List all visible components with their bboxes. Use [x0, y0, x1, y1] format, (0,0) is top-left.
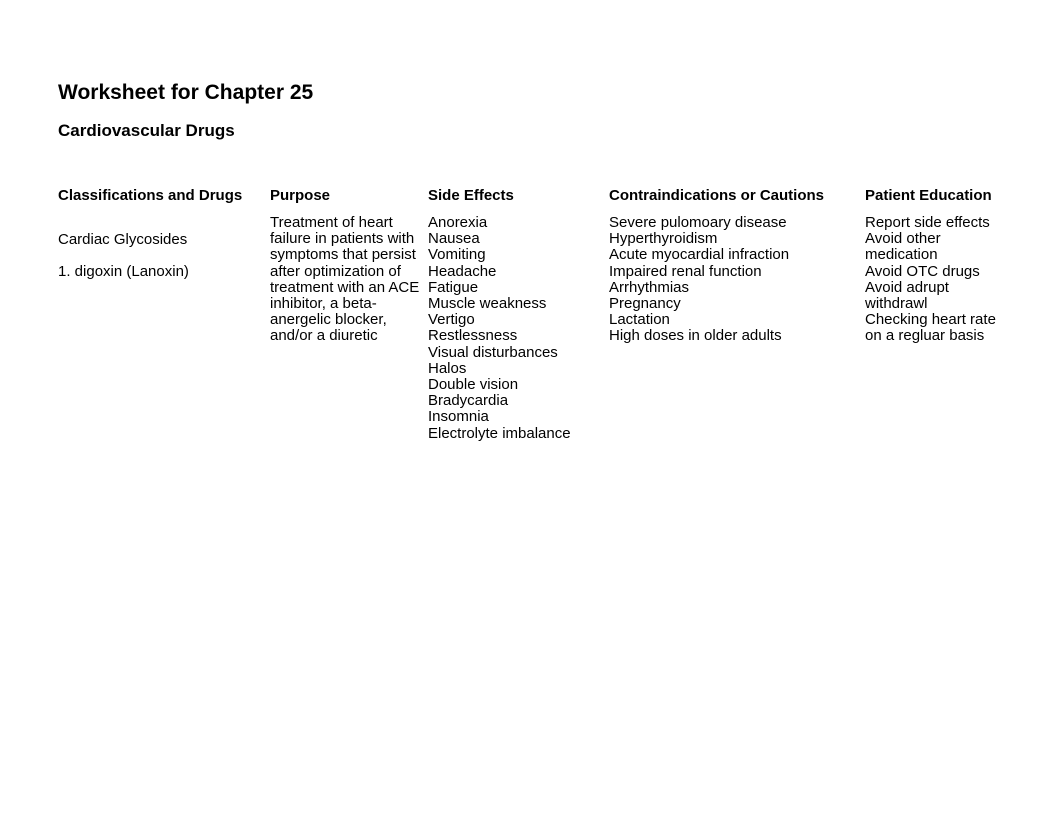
side-effect-item: Fatigue — [428, 278, 479, 296]
education-item: Avoid OTC drugs — [865, 262, 980, 280]
side-effect-item: Headache — [428, 262, 497, 280]
document-subtitle: Cardiovascular Drugs — [58, 121, 235, 140]
contraindication-item: Impaired renal function — [609, 262, 762, 280]
education-item: Checking heart rate on a regluar basis — [865, 311, 996, 345]
header-purpose: Purpose — [270, 187, 331, 204]
side-effect-item: Electrolyte imbalance — [428, 424, 571, 442]
document-title: Worksheet for Chapter 25 — [58, 81, 314, 104]
contraindication-item: Arrhythmias — [609, 278, 690, 296]
column-contraindications: Contraindications or Cautions Severe pul… — [609, 187, 859, 345]
header-patient-education: Patient Education — [865, 187, 992, 204]
column-patient-education: Patient Education Report side effects Av… — [865, 187, 1015, 345]
drug-name: 1. digoxin (Lanoxin) — [58, 263, 189, 281]
side-effect-item: Halos — [428, 359, 467, 377]
column-purpose: Purpose Treatment of heart failure in pa… — [270, 187, 420, 345]
side-effect-item: Bradycardia — [428, 392, 509, 410]
contraindication-item: Severe pulomoary disease — [609, 214, 787, 231]
side-effect-item: Visual disturbances — [428, 343, 558, 361]
education-item: Avoid adrupt withdrawl — [865, 278, 949, 313]
education-item: Report side effects — [865, 214, 990, 231]
side-effect-item: Vertigo — [428, 311, 475, 329]
education-item: Avoid other medication — [865, 230, 941, 264]
purpose-text: Treatment of heart failure in patients w… — [270, 214, 420, 345]
side-effect-item: Muscle weakness — [428, 295, 547, 313]
header-classifications: Classifications and Drugs — [58, 187, 243, 204]
column-side-effects: Side Effects Anorexia Nausea Vomiting He… — [428, 187, 603, 442]
side-effect-item: Insomnia — [428, 408, 489, 426]
contraindication-item: Acute myocardial infraction — [609, 246, 790, 264]
drug-category: Cardiac Glycosides — [58, 231, 188, 248]
side-effect-item: Nausea — [428, 230, 480, 248]
side-effect-item: Vomiting — [428, 246, 486, 264]
header-side-effects: Side Effects — [428, 187, 514, 204]
contraindication-item: High doses in older adults — [609, 327, 782, 345]
side-effect-item: Restlessness — [428, 327, 518, 345]
contraindication-item: Hyperthyroidism — [609, 230, 718, 248]
column-classifications: Classifications and Drugs Cardiac Glycos… — [58, 187, 263, 280]
side-effect-item: Anorexia — [428, 214, 488, 231]
side-effect-item: Double vision — [428, 376, 519, 394]
contraindication-item: Lactation — [609, 311, 670, 329]
contraindication-item: Pregnancy — [609, 295, 681, 313]
header-contraindications: Contraindications or Cautions — [609, 187, 825, 204]
